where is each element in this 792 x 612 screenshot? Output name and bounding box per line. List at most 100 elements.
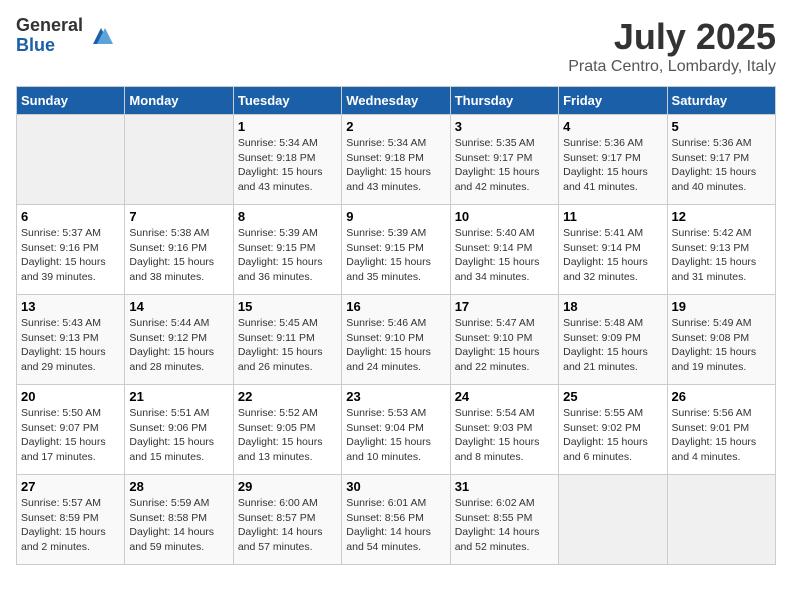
- calendar-header: Sunday Monday Tuesday Wednesday Thursday…: [17, 87, 776, 115]
- day-number: 30: [346, 479, 445, 494]
- day-info: Sunrise: 5:36 AM Sunset: 9:17 PM Dayligh…: [563, 136, 662, 195]
- day-info: Sunrise: 5:56 AM Sunset: 9:01 PM Dayligh…: [672, 406, 771, 465]
- calendar-cell: 15 Sunrise: 5:45 AM Sunset: 9:11 PM Dayli…: [233, 295, 341, 385]
- calendar-week-5: 27Sunrise: 5:57 AM Sunset: 8:59 PM Dayli…: [17, 475, 776, 565]
- day-info: Sunrise: 5:40 AM Sunset: 9:14 PM Dayligh…: [455, 226, 554, 285]
- day-info: Sunrise: 5:48 AM Sunset: 9:09 PM Dayligh…: [563, 316, 662, 375]
- calendar-cell: 31Sunrise: 6:02 AM Sunset: 8:55 PM Dayli…: [450, 475, 558, 565]
- calendar-cell: [17, 115, 125, 205]
- calendar-cell: 1 Sunrise: 5:34 AM Sunset: 9:18 PM Daylig…: [233, 115, 341, 205]
- calendar-cell: 18 Sunrise: 5:48 AM Sunset: 9:09 PM Dayli…: [559, 295, 667, 385]
- calendar-cell: 16Sunrise: 5:46 AM Sunset: 9:10 PM Dayli…: [342, 295, 450, 385]
- logo: General Blue: [16, 16, 115, 56]
- calendar-cell: 2 Sunrise: 5:34 AM Sunset: 9:18 PM Daylig…: [342, 115, 450, 205]
- day-number: 16: [346, 299, 445, 314]
- calendar-cell: 13 Sunrise: 5:43 AM Sunset: 9:13 PM Dayli…: [17, 295, 125, 385]
- day-info: Sunrise: 5:34 AM Sunset: 9:18 PM Dayligh…: [238, 136, 337, 195]
- day-info: Sunrise: 5:45 AM Sunset: 9:11 PM Dayligh…: [238, 316, 337, 375]
- calendar-table: Sunday Monday Tuesday Wednesday Thursday…: [16, 86, 776, 565]
- day-number: 8: [238, 209, 337, 224]
- day-info: Sunrise: 5:55 AM Sunset: 9:02 PM Dayligh…: [563, 406, 662, 465]
- calendar-cell: 26 Sunrise: 5:56 AM Sunset: 9:01 PM Dayli…: [667, 385, 775, 475]
- logo-general: General: [16, 16, 83, 36]
- day-number: 23: [346, 389, 445, 404]
- logo-blue: Blue: [16, 36, 83, 56]
- calendar-cell: 17Sunrise: 5:47 AM Sunset: 9:10 PM Dayli…: [450, 295, 558, 385]
- day-number: 3: [455, 119, 554, 134]
- day-info: Sunrise: 5:36 AM Sunset: 9:17 PM Dayligh…: [672, 136, 771, 195]
- day-info: Sunrise: 5:41 AM Sunset: 9:14 PM Dayligh…: [563, 226, 662, 285]
- day-info: Sunrise: 5:53 AM Sunset: 9:04 PM Dayligh…: [346, 406, 445, 465]
- calendar-week-4: 20Sunrise: 5:50 AM Sunset: 9:07 PM Dayli…: [17, 385, 776, 475]
- calendar-cell: 30 Sunrise: 6:01 AM Sunset: 8:56 PM Dayli…: [342, 475, 450, 565]
- day-number: 28: [129, 479, 228, 494]
- day-info: Sunrise: 6:02 AM Sunset: 8:55 PM Dayligh…: [455, 496, 554, 555]
- calendar-title: July 2025: [568, 16, 776, 58]
- day-info: Sunrise: 6:01 AM Sunset: 8:56 PM Dayligh…: [346, 496, 445, 555]
- calendar-cell: 23 Sunrise: 5:53 AM Sunset: 9:04 PM Dayli…: [342, 385, 450, 475]
- day-info: Sunrise: 5:43 AM Sunset: 9:13 PM Dayligh…: [21, 316, 120, 375]
- calendar-cell: 3 Sunrise: 5:35 AM Sunset: 9:17 PM Daylig…: [450, 115, 558, 205]
- calendar-cell: 21 Sunrise: 5:51 AM Sunset: 9:06 PM Dayli…: [125, 385, 233, 475]
- day-info: Sunrise: 5:47 AM Sunset: 9:10 PM Dayligh…: [455, 316, 554, 375]
- day-number: 7: [129, 209, 228, 224]
- header-friday: Friday: [559, 87, 667, 115]
- day-number: 20: [21, 389, 120, 404]
- day-number: 11: [563, 209, 662, 224]
- day-number: 19: [672, 299, 771, 314]
- calendar-cell: 24 Sunrise: 5:54 AM Sunset: 9:03 PM Dayli…: [450, 385, 558, 475]
- day-number: 29: [238, 479, 337, 494]
- day-info: Sunrise: 5:39 AM Sunset: 9:15 PM Dayligh…: [238, 226, 337, 285]
- calendar-cell: 8 Sunrise: 5:39 AM Sunset: 9:15 PM Daylig…: [233, 205, 341, 295]
- day-info: Sunrise: 5:35 AM Sunset: 9:17 PM Dayligh…: [455, 136, 554, 195]
- calendar-cell: 9 Sunrise: 5:39 AM Sunset: 9:15 PM Daylig…: [342, 205, 450, 295]
- day-number: 10: [455, 209, 554, 224]
- calendar-week-2: 6Sunrise: 5:37 AM Sunset: 9:16 PM Daylig…: [17, 205, 776, 295]
- day-info: Sunrise: 5:44 AM Sunset: 9:12 PM Dayligh…: [129, 316, 228, 375]
- calendar-cell: 10 Sunrise: 5:40 AM Sunset: 9:14 PM Dayli…: [450, 205, 558, 295]
- day-info: Sunrise: 5:39 AM Sunset: 9:15 PM Dayligh…: [346, 226, 445, 285]
- day-info: Sunrise: 5:34 AM Sunset: 9:18 PM Dayligh…: [346, 136, 445, 195]
- calendar-cell: 22Sunrise: 5:52 AM Sunset: 9:05 PM Dayli…: [233, 385, 341, 475]
- calendar-cell: 5 Sunrise: 5:36 AM Sunset: 9:17 PM Daylig…: [667, 115, 775, 205]
- day-info: Sunrise: 5:59 AM Sunset: 8:58 PM Dayligh…: [129, 496, 228, 555]
- calendar-cell: [559, 475, 667, 565]
- day-number: 15: [238, 299, 337, 314]
- day-number: 24: [455, 389, 554, 404]
- day-info: Sunrise: 6:00 AM Sunset: 8:57 PM Dayligh…: [238, 496, 337, 555]
- day-number: 5: [672, 119, 771, 134]
- calendar-week-1: 1 Sunrise: 5:34 AM Sunset: 9:18 PM Daylig…: [17, 115, 776, 205]
- day-number: 12: [672, 209, 771, 224]
- header-saturday: Saturday: [667, 87, 775, 115]
- header-sunday: Sunday: [17, 87, 125, 115]
- calendar-body: 1 Sunrise: 5:34 AM Sunset: 9:18 PM Daylig…: [17, 115, 776, 565]
- calendar-cell: 14 Sunrise: 5:44 AM Sunset: 9:12 PM Dayli…: [125, 295, 233, 385]
- header-row: Sunday Monday Tuesday Wednesday Thursday…: [17, 87, 776, 115]
- day-number: 21: [129, 389, 228, 404]
- day-info: Sunrise: 5:52 AM Sunset: 9:05 PM Dayligh…: [238, 406, 337, 465]
- calendar-cell: 7Sunrise: 5:38 AM Sunset: 9:16 PM Daylig…: [125, 205, 233, 295]
- day-info: Sunrise: 5:54 AM Sunset: 9:03 PM Dayligh…: [455, 406, 554, 465]
- header-thursday: Thursday: [450, 87, 558, 115]
- calendar-cell: 29 Sunrise: 6:00 AM Sunset: 8:57 PM Dayli…: [233, 475, 341, 565]
- day-number: 14: [129, 299, 228, 314]
- day-number: 4: [563, 119, 662, 134]
- calendar-cell: [667, 475, 775, 565]
- day-number: 26: [672, 389, 771, 404]
- calendar-cell: 20Sunrise: 5:50 AM Sunset: 9:07 PM Dayli…: [17, 385, 125, 475]
- calendar-subtitle: Prata Centro, Lombardy, Italy: [568, 58, 776, 76]
- day-info: Sunrise: 5:51 AM Sunset: 9:06 PM Dayligh…: [129, 406, 228, 465]
- day-number: 13: [21, 299, 120, 314]
- calendar-cell: 4 Sunrise: 5:36 AM Sunset: 9:17 PM Daylig…: [559, 115, 667, 205]
- day-number: 18: [563, 299, 662, 314]
- day-info: Sunrise: 5:42 AM Sunset: 9:13 PM Dayligh…: [672, 226, 771, 285]
- calendar-cell: 25Sunrise: 5:55 AM Sunset: 9:02 PM Dayli…: [559, 385, 667, 475]
- day-number: 2: [346, 119, 445, 134]
- day-info: Sunrise: 5:37 AM Sunset: 9:16 PM Dayligh…: [21, 226, 120, 285]
- day-number: 9: [346, 209, 445, 224]
- day-number: 1: [238, 119, 337, 134]
- title-block: July 2025 Prata Centro, Lombardy, Italy: [568, 16, 776, 76]
- day-number: 27: [21, 479, 120, 494]
- calendar-cell: [125, 115, 233, 205]
- logo-icon: [87, 22, 115, 50]
